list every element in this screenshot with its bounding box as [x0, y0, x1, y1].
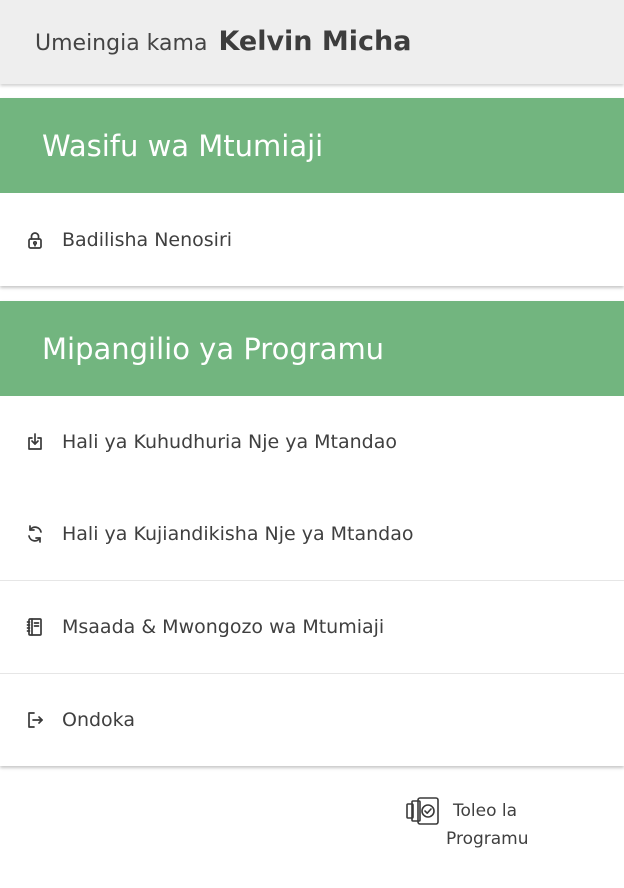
help-guide-item[interactable]: Msaada & Mwongozo wa Mtumiaji: [0, 580, 624, 673]
notebook-icon: [24, 616, 46, 638]
settings-section-title: Mipangilio ya Programu: [0, 301, 624, 396]
change-password-item[interactable]: Badilisha Nenosiri: [0, 193, 624, 286]
app-version-icon: [406, 797, 440, 825]
logout-icon: [24, 709, 46, 731]
logout-label: Ondoka: [62, 709, 135, 731]
top-bar: Umeingia kama Kelvin Micha: [0, 0, 624, 84]
help-guide-label: Msaada & Mwongozo wa Mtumiaji: [62, 616, 385, 638]
offline-attendance-label: Hali ya Kuhudhuria Nje ya Mtandao: [62, 431, 398, 453]
app-version-line2: Programu: [446, 829, 529, 849]
download-tray-icon: [24, 431, 46, 453]
profile-section-title: Wasifu wa Mtumiaji: [0, 98, 624, 193]
user-name: Kelvin Micha: [218, 26, 412, 57]
change-password-label: Badilisha Nenosiri: [62, 228, 233, 251]
profile-card: Wasifu wa Mtumiaji Badilisha Nenosiri: [0, 98, 624, 286]
app-version-line1: Toleo la: [453, 801, 518, 821]
sync-icon: [24, 523, 46, 545]
app-version[interactable]: Toleo la Programu: [406, 797, 566, 857]
settings-card: Mipangilio ya Programu Hali ya Kuhudhuri…: [0, 301, 624, 766]
lock-icon: [24, 229, 46, 251]
offline-registration-label: Hali ya Kujiandikisha Nje ya Mtandao: [62, 523, 414, 545]
logout-item[interactable]: Ondoka: [0, 673, 624, 766]
logged-in-text: Umeingia kama Kelvin Micha: [35, 26, 412, 57]
offline-registration-item[interactable]: Hali ya Kujiandikisha Nje ya Mtandao: [0, 488, 624, 580]
logged-in-prefix: Umeingia kama: [35, 31, 208, 56]
offline-attendance-item[interactable]: Hali ya Kuhudhuria Nje ya Mtandao: [0, 396, 624, 488]
